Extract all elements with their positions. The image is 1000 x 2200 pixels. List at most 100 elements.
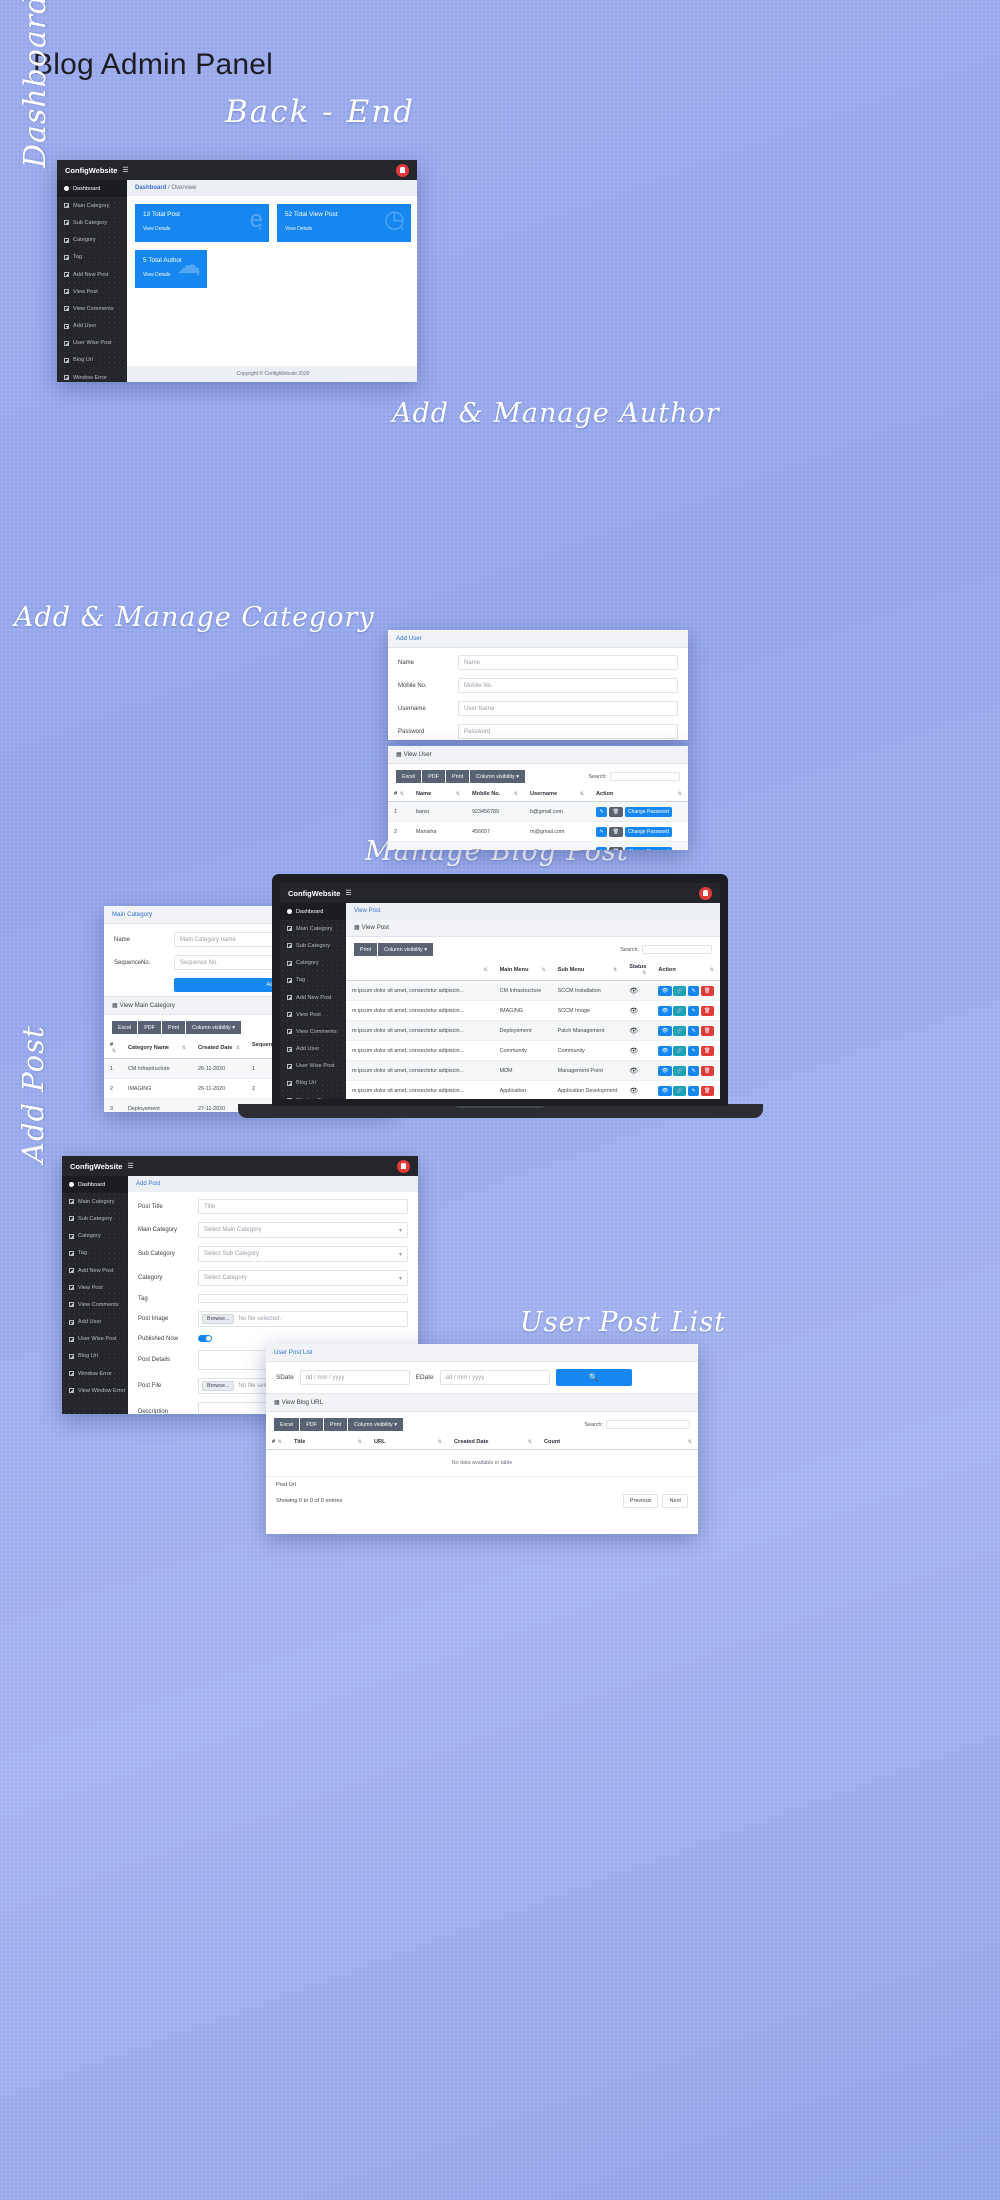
export-button-print[interactable]: Print: [354, 943, 378, 956]
export-button-pdf[interactable]: PDF: [300, 1418, 323, 1431]
sidebar-item-view-post[interactable]: View Post: [57, 283, 127, 300]
export-button-print[interactable]: Print: [161, 1021, 186, 1034]
sidebar-item-main-category[interactable]: Main Category: [62, 1193, 128, 1210]
hamburger-icon[interactable]: ☰: [127, 1162, 133, 1170]
published-now-toggle[interactable]: [198, 1335, 212, 1342]
stat-tile-total-post[interactable]: e 13 Total Post View Details ›: [135, 204, 269, 242]
column-header[interactable]: Mobile No. ⇅: [466, 787, 524, 802]
delete-icon[interactable]: 🗑: [609, 846, 623, 850]
view-icon[interactable]: 👁: [658, 985, 672, 996]
delete-icon[interactable]: 🗑: [700, 1065, 714, 1076]
column-header[interactable]: Action⇅: [590, 787, 688, 802]
export-button-pdf[interactable]: PDF: [422, 770, 445, 783]
view-icon[interactable]: 👁: [658, 1025, 672, 1036]
sidebar-item-user-wise-post[interactable]: User Wise Post: [62, 1331, 128, 1348]
sidebar-item-view-post[interactable]: View Post: [280, 1006, 346, 1023]
export-button-column-visibility-[interactable]: Column visibility ▾: [348, 1418, 403, 1431]
view-icon[interactable]: 👁: [658, 1065, 672, 1076]
sidebar-item-add-new-post[interactable]: Add New Post: [57, 266, 127, 283]
edit-icon[interactable]: ✎: [687, 1005, 700, 1016]
column-header[interactable]: Name ⇅: [410, 787, 466, 802]
export-button-column-visibility-[interactable]: Column visibility ▾: [470, 770, 525, 783]
text-field[interactable]: [198, 1294, 408, 1303]
breadcrumb-root[interactable]: Dashboard: [135, 185, 166, 191]
sidebar-item-sub-category[interactable]: Sub Category: [57, 214, 127, 231]
column-header[interactable]: Main Menu ⇅: [493, 960, 552, 981]
breadcrumb[interactable]: Add Post: [128, 1176, 418, 1192]
sidebar-item-add-user[interactable]: Add User: [280, 1041, 346, 1058]
link-icon[interactable]: 🔗: [673, 1065, 687, 1076]
notification-bell-icon[interactable]: [699, 886, 712, 900]
link-icon[interactable]: 🔗: [673, 1025, 687, 1036]
column-header[interactable]: Category Name ⇅: [122, 1038, 192, 1059]
sidebar-item-sub-category[interactable]: Sub Category: [280, 937, 346, 954]
delete-icon[interactable]: 🗑: [609, 806, 623, 817]
sidebar-item-sub-category[interactable]: Sub Category: [62, 1210, 128, 1227]
export-button-column-visibility-[interactable]: Column visibility ▾: [186, 1021, 241, 1034]
change-password-button[interactable]: Change Password: [624, 846, 673, 850]
column-header[interactable]: # ⇅: [104, 1038, 122, 1059]
sidebar-item-view-comments[interactable]: View Comments: [62, 1296, 128, 1313]
search-input[interactable]: [642, 945, 712, 954]
sdate-input[interactable]: dd / mm / yyyy: [299, 1370, 410, 1385]
browse-button[interactable]: Browse...: [202, 1381, 235, 1391]
change-password-button[interactable]: Change Password: [624, 826, 673, 837]
view-icon[interactable]: 👁: [658, 1005, 672, 1016]
select-field[interactable]: Select Category ▾: [198, 1270, 408, 1286]
sidebar-item-view-comments[interactable]: View Comments: [57, 300, 127, 317]
column-header[interactable]: Sub Menu ⇅: [551, 960, 624, 981]
next-page-button[interactable]: Next: [662, 1494, 688, 1508]
stat-tile-total-view-post[interactable]: ◷ 52 Total View Post View Details ›: [277, 204, 411, 242]
delete-icon[interactable]: 🗑: [700, 985, 714, 996]
sidebar-item-window-error[interactable]: Window Error: [280, 1092, 346, 1099]
edit-icon[interactable]: ✎: [596, 806, 608, 817]
column-header[interactable]: # ⇅: [388, 787, 410, 802]
text-field[interactable]: Mobile No.: [458, 678, 678, 693]
tile-footer[interactable]: View Details ›: [135, 218, 269, 237]
column-header[interactable]: URL ⇅: [368, 1435, 448, 1450]
sidebar-item-blog-url[interactable]: Blog Url: [57, 352, 127, 369]
sidebar-item-view-comments[interactable]: View Comments: [280, 1023, 346, 1040]
sidebar-item-add-user[interactable]: Add User: [62, 1314, 128, 1331]
sidebar-item-category[interactable]: Category: [62, 1228, 128, 1245]
edit-icon[interactable]: ✎: [687, 1085, 700, 1096]
link-icon[interactable]: 🔗: [673, 1045, 687, 1056]
search-input[interactable]: [610, 772, 680, 781]
sidebar-item-blog-url[interactable]: Blog Url: [62, 1348, 128, 1365]
link-icon[interactable]: 🔗: [673, 1085, 687, 1096]
view-icon[interactable]: 👁: [658, 1045, 672, 1056]
sidebar-item-view-post[interactable]: View Post: [62, 1279, 128, 1296]
column-header[interactable]: Status ⇅: [623, 960, 653, 981]
column-header[interactable]: Count ⇅: [538, 1435, 698, 1450]
edit-icon[interactable]: ✎: [687, 1025, 700, 1036]
column-header[interactable]: Title ⇅: [288, 1435, 368, 1450]
eye-icon[interactable]: 👁: [629, 988, 638, 995]
text-field[interactable]: Name: [458, 655, 678, 670]
sidebar-item-dashboard[interactable]: Dashboard: [57, 180, 127, 198]
export-button-pdf[interactable]: PDF: [138, 1021, 161, 1034]
edit-icon[interactable]: ✎: [687, 1045, 700, 1056]
eye-icon[interactable]: 👁: [629, 1008, 638, 1015]
sidebar-item-tag[interactable]: Tag: [62, 1245, 128, 1262]
tile-footer[interactable]: View Details ›: [277, 218, 411, 237]
notification-bell-icon[interactable]: [396, 163, 409, 177]
sidebar-item-main-category[interactable]: Main Category: [57, 197, 127, 214]
column-header[interactable]: Created Date ⇅: [192, 1038, 246, 1059]
sidebar-item-dashboard[interactable]: Dashboard: [62, 1176, 128, 1194]
sidebar-item-add-user[interactable]: Add User: [57, 318, 127, 335]
link-icon[interactable]: 🔗: [673, 985, 687, 996]
breadcrumb[interactable]: View Post: [346, 903, 720, 919]
edate-input[interactable]: dd / mm / yyyy: [439, 1370, 550, 1385]
search-button[interactable]: 🔍: [555, 1369, 632, 1386]
delete-icon[interactable]: 🗑: [700, 1085, 714, 1096]
sidebar-item-user-wise-post[interactable]: User Wise Post: [280, 1058, 346, 1075]
sidebar-item-tag[interactable]: Tag: [57, 249, 127, 266]
select-field[interactable]: Select Sub Category ▾: [198, 1246, 408, 1262]
sidebar-item-user-wise-post[interactable]: User Wise Post: [57, 335, 127, 352]
delete-icon[interactable]: 🗑: [609, 826, 623, 837]
sidebar-item-add-new-post[interactable]: Add New Post: [62, 1262, 128, 1279]
browse-button[interactable]: Browse...: [202, 1314, 235, 1324]
sidebar-item-category[interactable]: Category: [280, 955, 346, 972]
link-icon[interactable]: 🔗: [673, 1005, 687, 1016]
edit-icon[interactable]: ✎: [596, 846, 608, 850]
